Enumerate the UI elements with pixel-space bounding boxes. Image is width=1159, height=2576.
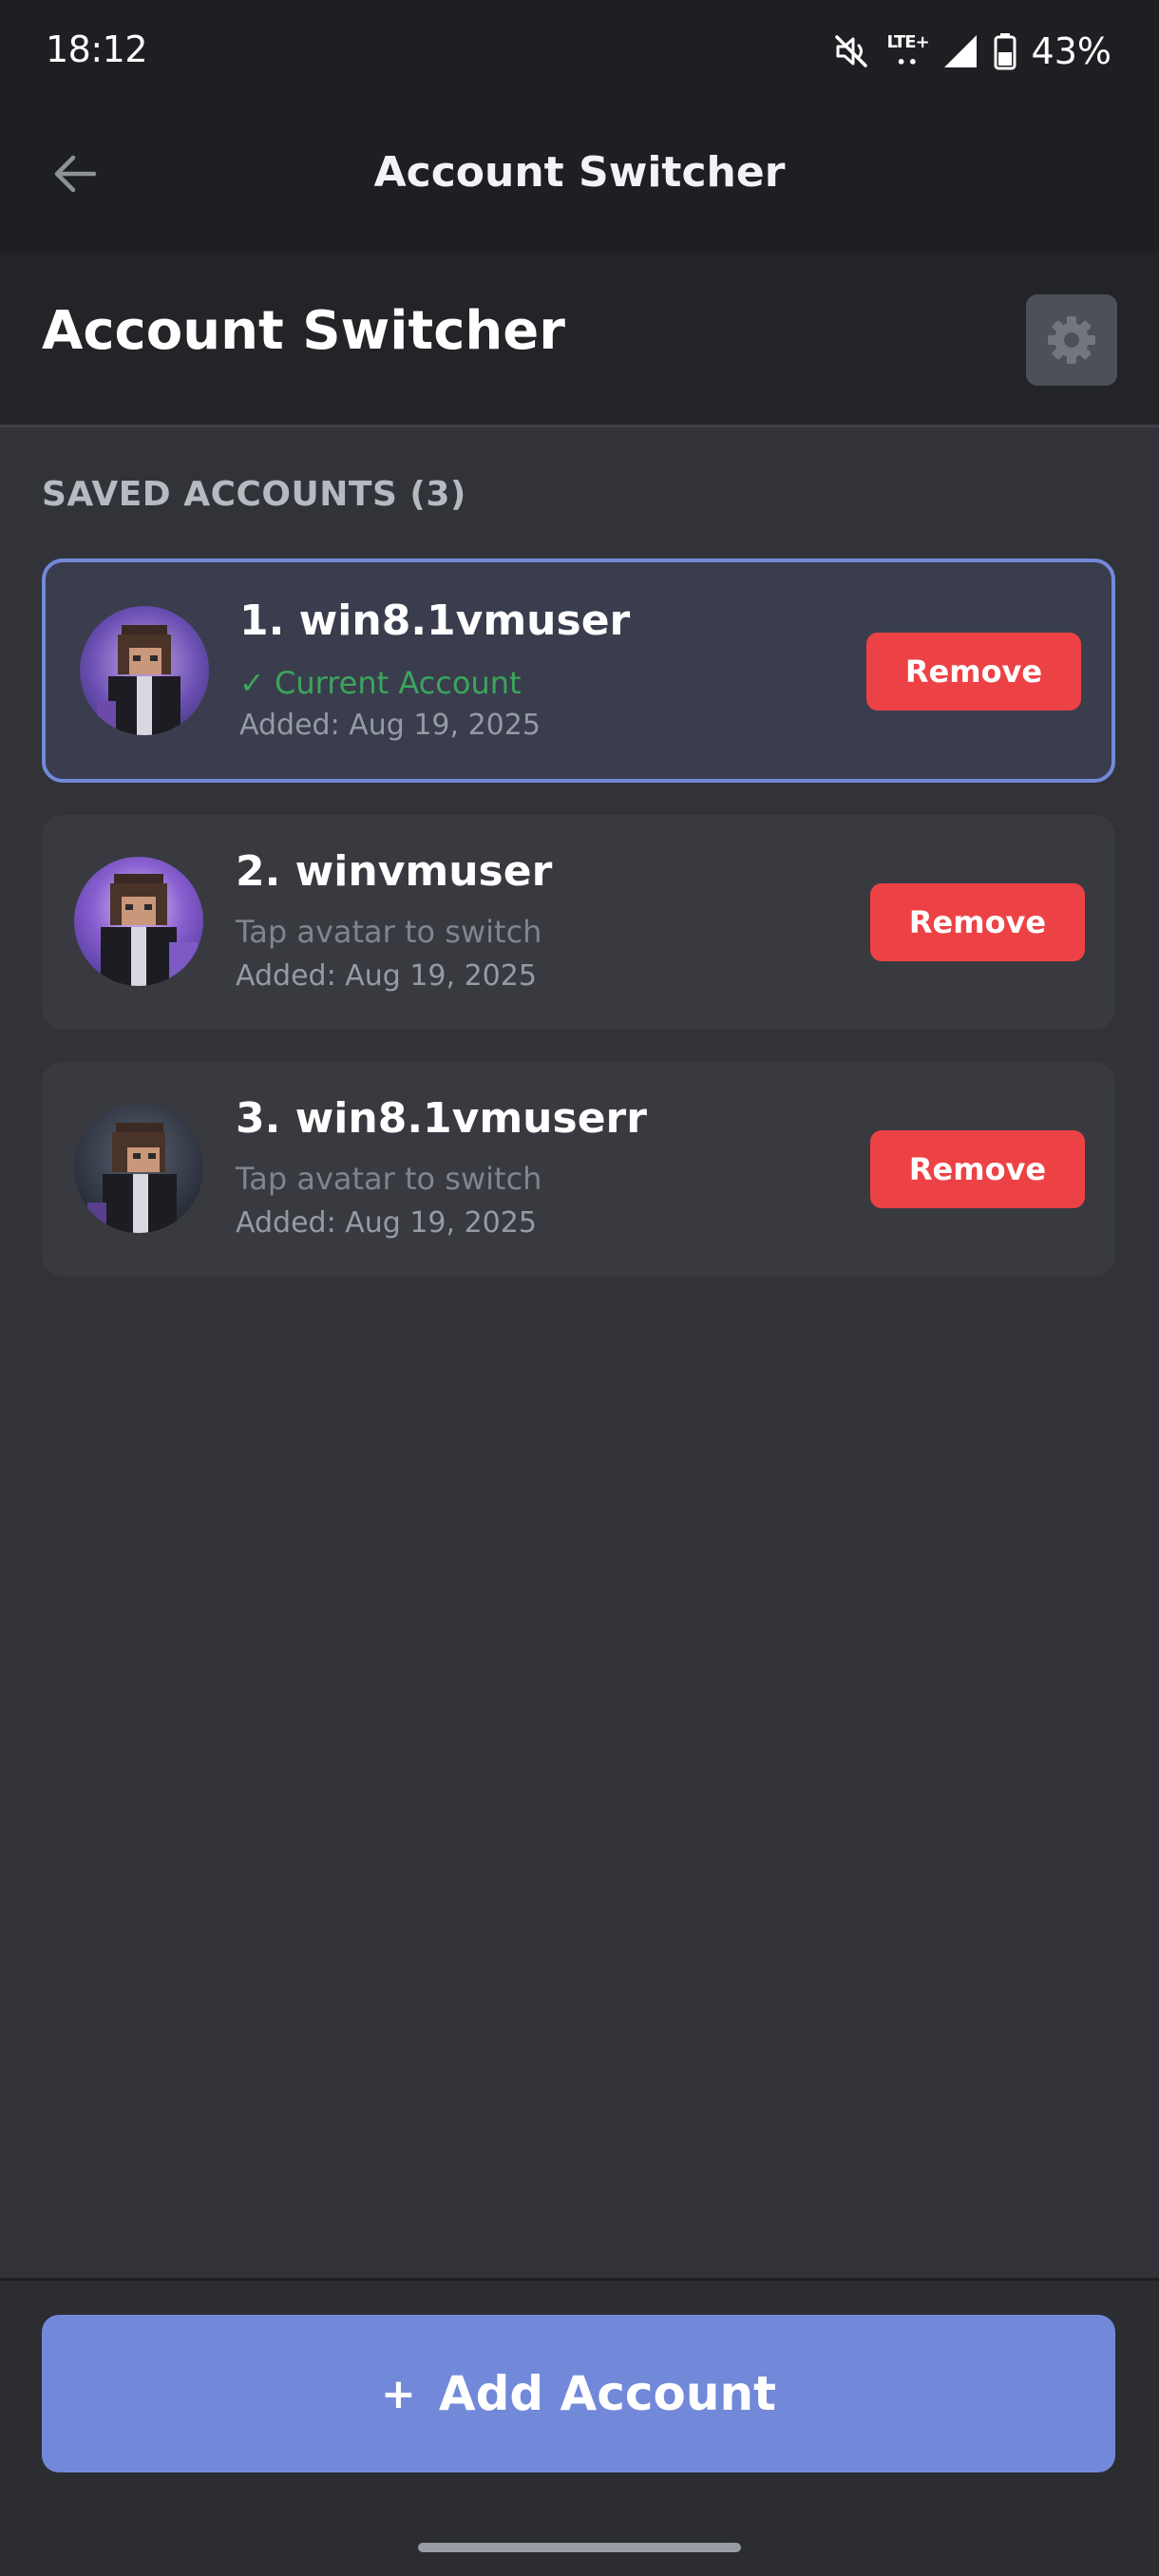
add-account-label: Add Account — [438, 2366, 776, 2421]
app-bar-title: Account Switcher — [373, 148, 786, 197]
page-header: Account Switcher — [0, 253, 1159, 427]
account-name: 2. winvmuser — [236, 847, 553, 896]
account-name: 3. win8.1vmuserr — [236, 1094, 647, 1143]
add-account-button[interactable]: + Add Account — [42, 2315, 1115, 2472]
gear-icon — [1048, 316, 1095, 364]
saved-accounts-label: SAVED ACCOUNTS (3) — [42, 475, 466, 514]
home-indicator[interactable] — [418, 2543, 741, 2552]
added-date: Added: Aug 19, 2025 — [239, 709, 541, 742]
account-card-current[interactable]: 1. win8.1vmuser ✓ Current Account Added:… — [42, 559, 1115, 783]
avatar[interactable] — [80, 606, 209, 735]
signal-icon — [942, 33, 978, 69]
account-card[interactable]: 2. winvmuser Tap avatar to switch Added:… — [42, 815, 1115, 1030]
settings-button[interactable] — [1026, 294, 1117, 386]
plus-icon: + — [381, 2369, 416, 2418]
account-name: 1. win8.1vmuser — [239, 597, 631, 645]
status-time: 18:12 — [46, 28, 148, 70]
mute-vibrate-icon — [832, 32, 870, 70]
screen: 18:12 LTE+ •• 43% Account Switcher Accou… — [0, 0, 1159, 2576]
avatar[interactable] — [74, 1104, 203, 1233]
current-account-status: ✓ Current Account — [239, 665, 522, 701]
remove-button[interactable]: Remove — [870, 883, 1085, 961]
remove-button[interactable]: Remove — [866, 633, 1081, 710]
status-icons: LTE+ •• 43% — [832, 25, 1112, 78]
avatar[interactable] — [74, 857, 203, 986]
page-title: Account Switcher — [42, 300, 565, 362]
bottom-bar: + Add Account — [0, 2278, 1159, 2576]
battery-icon — [994, 32, 1016, 70]
added-date: Added: Aug 19, 2025 — [236, 959, 537, 993]
battery-percent: 43% — [1031, 30, 1112, 72]
account-card[interactable]: 3. win8.1vmuserr Tap avatar to switch Ad… — [42, 1062, 1115, 1277]
status-bar: 18:12 LTE+ •• 43% — [0, 0, 1159, 101]
app-bar: Account Switcher — [0, 101, 1159, 253]
lte-icon: LTE+ •• — [886, 32, 930, 71]
remove-button[interactable]: Remove — [870, 1130, 1085, 1208]
switch-hint: Tap avatar to switch — [236, 914, 542, 950]
added-date: Added: Aug 19, 2025 — [236, 1206, 537, 1240]
switch-hint: Tap avatar to switch — [236, 1161, 542, 1197]
